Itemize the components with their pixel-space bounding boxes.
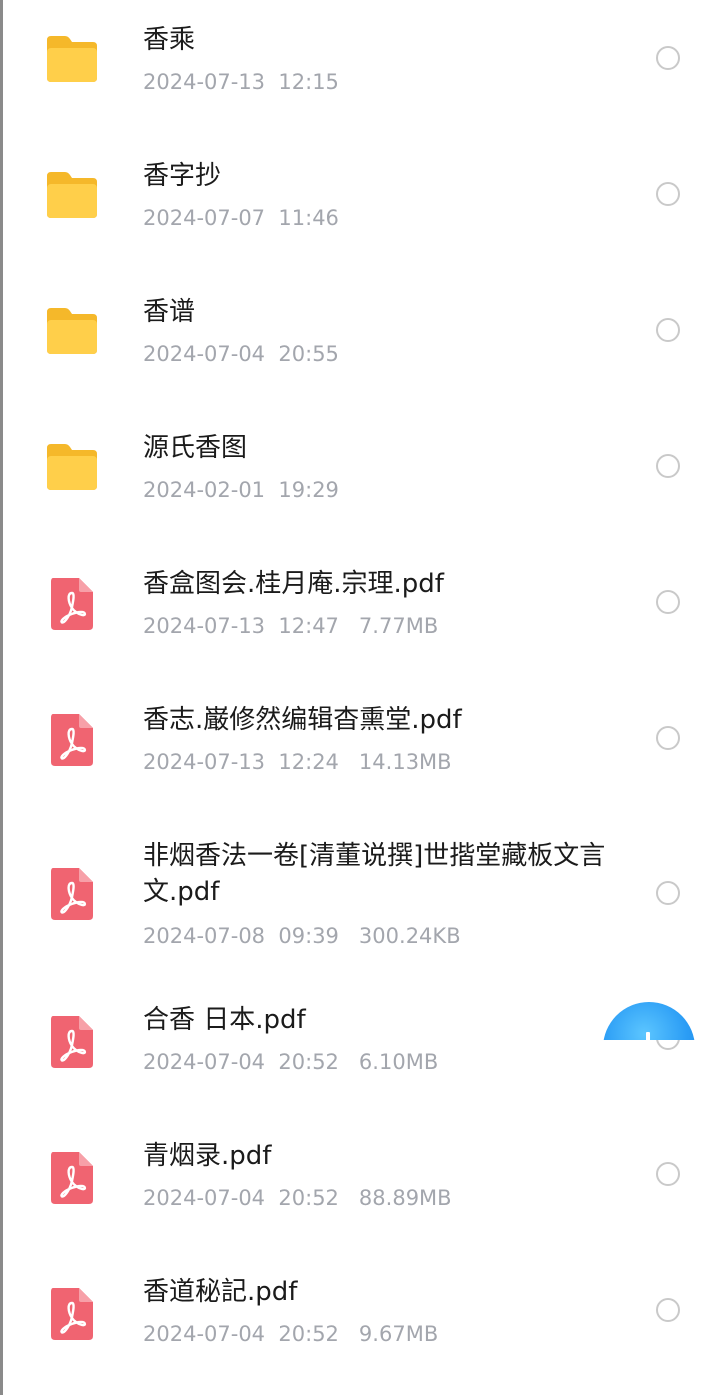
list-item[interactable]: 香谱 2024-07-04 20:55: [3, 272, 720, 392]
select-radio[interactable]: [656, 726, 680, 750]
item-name: 合香 日本.pdf: [143, 1005, 306, 1035]
item-name: 香字抄: [143, 161, 222, 191]
item-name: 香志.巌修然编辑杳熏堂.pdf: [143, 705, 462, 735]
pdf-icon: [43, 1148, 101, 1206]
item-meta: 2024-07-04 20:52 88.89MB: [143, 1186, 452, 1210]
select-radio[interactable]: [656, 590, 680, 614]
list-item[interactable]: 源氏香图 2024-02-01 19:29: [3, 408, 720, 528]
select-radio[interactable]: [656, 454, 680, 478]
pdf-icon: [43, 1284, 101, 1342]
list-item[interactable]: 香盒图会.桂月庵.宗理.pdf 2024-07-13 12:47 7.77MB: [3, 544, 720, 664]
select-radio[interactable]: [656, 182, 680, 206]
select-radio[interactable]: [656, 46, 680, 70]
item-meta: 2024-07-04 20:52 9.67MB: [143, 1322, 439, 1346]
list-item[interactable]: 香志.巌修然编辑杳熏堂.pdf 2024-07-13 12:24 14.13MB: [3, 680, 720, 800]
list-item[interactable]: 香道秘記.pdf 2024-07-04 20:52 9.67MB: [3, 1262, 720, 1382]
list-item[interactable]: 非烟香法一卷[清董说撰]世揩堂藏板文言文.pdf 2024-07-08 09:3…: [3, 816, 720, 976]
item-meta: 2024-07-04 20:55: [143, 342, 339, 366]
list-item[interactable]: 香字抄 2024-07-07 11:46: [3, 136, 720, 256]
select-radio[interactable]: [656, 1162, 680, 1186]
folder-icon: [43, 30, 101, 88]
item-name: 青烟录.pdf: [143, 1141, 272, 1171]
item-name: 源氏香图: [143, 433, 248, 463]
folder-icon: [43, 302, 101, 360]
item-name: 香谱: [143, 297, 196, 327]
folder-icon: [43, 438, 101, 496]
item-meta: 2024-07-13 12:47 7.77MB: [143, 614, 439, 638]
pdf-icon: [43, 574, 101, 632]
item-meta: 2024-07-07 11:46: [143, 206, 339, 230]
item-name: 香盒图会.桂月庵.宗理.pdf: [143, 569, 444, 599]
pdf-icon: [43, 710, 101, 768]
select-radio[interactable]: [656, 318, 680, 342]
list-item[interactable]: 香乘 2024-07-13 12:15: [3, 0, 720, 120]
add-fab[interactable]: [593, 990, 720, 1040]
pdf-icon: [43, 864, 101, 922]
pdf-icon: [43, 1012, 101, 1070]
item-meta: 2024-07-04 20:52 6.10MB: [143, 1050, 439, 1074]
item-meta: 2024-07-13 12:15: [143, 70, 339, 94]
folder-icon: [43, 166, 101, 224]
item-name: 非烟香法一卷[清董说撰]世揩堂藏板文言文.pdf: [143, 841, 606, 907]
item-meta: 2024-02-01 19:29: [143, 478, 339, 502]
item-name: 香道秘記.pdf: [143, 1277, 298, 1307]
add-icon: [646, 1032, 650, 1040]
item-meta: 2024-07-08 09:39 300.24KB: [143, 924, 461, 948]
item-meta: 2024-07-13 12:24 14.13MB: [143, 750, 452, 774]
file-list-screen: 香乘 2024-07-13 12:15 香字抄 2024-07-07 11:46…: [0, 0, 720, 1395]
select-radio[interactable]: [656, 1298, 680, 1322]
select-radio[interactable]: [656, 881, 680, 905]
list-item[interactable]: 青烟录.pdf 2024-07-04 20:52 88.89MB: [3, 1126, 720, 1246]
item-name: 香乘: [143, 25, 196, 55]
